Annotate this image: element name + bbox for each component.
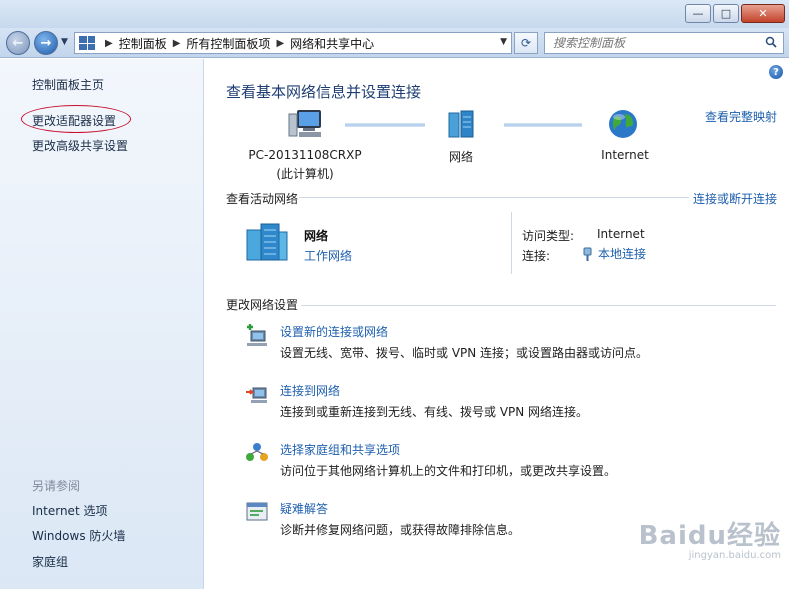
task-description: 访问位于其他网络计算机上的文件和打印机，或更改共享设置。	[280, 464, 617, 478]
sidebar: 控制面板主页 更改适配器设置 更改高级共享设置 另请参阅 Internet 选项…	[0, 59, 204, 589]
troubleshoot-icon[interactable]	[245, 500, 269, 524]
computer-name-label: PC-20131108CRXP	[248, 148, 362, 162]
forward-button[interactable]: →	[34, 31, 58, 55]
title-bar: — □ ✕	[0, 0, 789, 28]
help-icon[interactable]: ?	[769, 65, 783, 79]
internet-label: Internet	[601, 148, 649, 162]
network-label: 网络	[448, 150, 473, 164]
homegroup-icon[interactable]	[245, 441, 269, 465]
breadcrumb-network-center[interactable]: 网络和共享中心	[290, 35, 374, 52]
page-title: 查看基本网络信息并设置连接	[226, 83, 422, 101]
chevron-right-icon[interactable]: ▶	[173, 38, 181, 49]
connection-line	[504, 123, 582, 127]
close-button[interactable]: ✕	[741, 4, 785, 23]
task-description: 诊断并修复网络问题，或获得故障排除信息。	[280, 523, 521, 537]
view-full-map-link[interactable]: 查看完整映射	[705, 108, 777, 125]
breadcrumb-control-panel[interactable]: 控制面板	[119, 35, 167, 52]
active-network-name: 网络	[304, 229, 329, 243]
search-icon[interactable]	[765, 36, 777, 48]
refresh-icon: ⟳	[520, 36, 532, 50]
globe-icon[interactable]	[607, 108, 639, 140]
refresh-button[interactable]: ⟳	[514, 32, 538, 54]
local-connection-label[interactable]: 本地连接	[598, 245, 646, 262]
network-icon[interactable]	[446, 109, 476, 139]
back-button[interactable]: ←	[6, 31, 30, 55]
search-input[interactable]	[553, 36, 753, 50]
breadcrumb-all-items[interactable]: 所有控制面板项	[186, 35, 270, 52]
sidebar-item-internet-options[interactable]: Internet 选项	[32, 502, 107, 519]
computer-icon[interactable]	[287, 108, 323, 140]
change-settings-heading: 更改网络设置	[226, 298, 299, 312]
arrow-right-icon: →	[40, 35, 52, 51]
baidu-watermark: Baidu经验 jingyan.baidu.com	[639, 515, 781, 561]
local-connection-link[interactable]: 本地连接	[583, 245, 646, 262]
control-panel-icon	[79, 36, 95, 50]
chevron-right-icon[interactable]: ▶	[105, 38, 113, 49]
connections-label: 连接:	[522, 249, 551, 263]
task-description: 连接到或重新连接到无线、有线、拨号或 VPN 网络连接。	[280, 405, 589, 419]
search-box[interactable]	[544, 32, 784, 54]
minimize-button[interactable]: —	[685, 4, 711, 23]
ethernet-plug-icon	[583, 247, 592, 261]
window-controls: — □ ✕	[685, 4, 785, 23]
navigation-bar: ← → ▼ ▶ 控制面板 ▶ 所有控制面板项 ▶ 网络和共享中心 ▼ ⟳	[0, 28, 789, 58]
recent-pages-dropdown[interactable]: ▼	[61, 37, 68, 47]
access-type-value: Internet	[597, 227, 645, 241]
vertical-divider	[511, 212, 512, 274]
sidebar-item-firewall[interactable]: Windows 防火墙	[32, 527, 125, 544]
network-building-icon[interactable]	[245, 222, 289, 262]
watermark-main: Baidu经验	[638, 521, 781, 551]
task-title-link[interactable]: 疑难解答	[280, 500, 328, 517]
divider	[299, 197, 689, 198]
task-title-link[interactable]: 选择家庭组和共享选项	[280, 441, 400, 458]
connect-network-icon[interactable]	[245, 382, 269, 406]
chevron-down-icon: ▼	[61, 37, 68, 47]
see-also-heading: 另请参阅	[32, 479, 81, 493]
task-title-link[interactable]: 设置新的连接或网络	[280, 323, 388, 340]
sidebar-item-homegroup[interactable]: 家庭组	[32, 553, 68, 570]
address-dropdown-icon[interactable]: ▼	[500, 37, 507, 47]
sidebar-item-adapter-settings[interactable]: 更改适配器设置	[32, 112, 116, 129]
active-networks-heading: 查看活动网络	[226, 192, 299, 206]
task-title-link[interactable]: 连接到网络	[280, 382, 340, 399]
main-panel: ? 查看基本网络信息并设置连接 查看完整映射 PC-20131108CRXP (…	[205, 59, 789, 589]
sidebar-item-advanced-sharing[interactable]: 更改高级共享设置	[32, 137, 128, 154]
chevron-right-icon[interactable]: ▶	[276, 38, 284, 49]
connect-disconnect-link[interactable]: 连接或断开连接	[693, 190, 777, 207]
access-type-label: 访问类型:	[522, 229, 575, 243]
connection-line	[345, 123, 425, 127]
address-bar[interactable]: ▶ 控制面板 ▶ 所有控制面板项 ▶ 网络和共享中心 ▼	[74, 32, 512, 54]
breadcrumb: ▶ 控制面板 ▶ 所有控制面板项 ▶ 网络和共享中心	[99, 35, 374, 52]
this-computer-label: (此计算机)	[276, 167, 334, 181]
network-type-link[interactable]: 工作网络	[304, 247, 352, 264]
task-description: 设置无线、宽带、拨号、临时或 VPN 连接；或设置路由器或访问点。	[280, 346, 649, 360]
new-connection-icon[interactable]	[245, 323, 269, 347]
arrow-left-icon: ←	[12, 35, 24, 51]
maximize-button[interactable]: □	[713, 4, 739, 23]
divider	[301, 305, 776, 306]
sidebar-item-home[interactable]: 控制面板主页	[32, 76, 104, 93]
